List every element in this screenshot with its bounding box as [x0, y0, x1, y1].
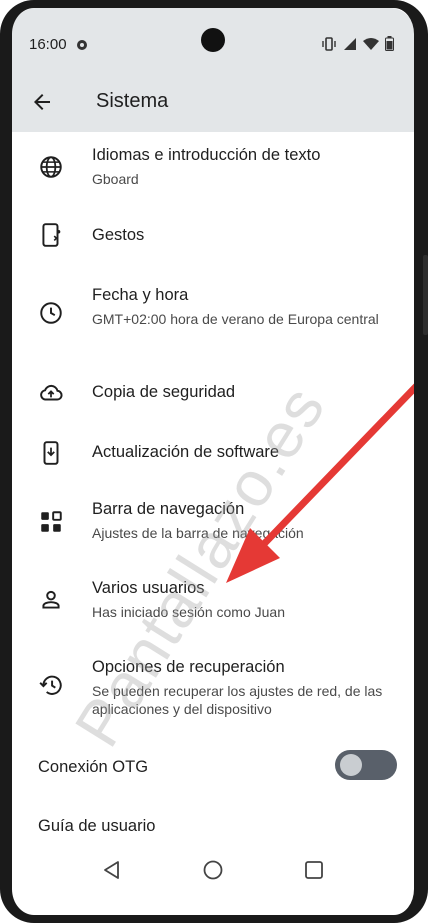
- list-item-title: Gestos: [92, 226, 145, 244]
- globe-icon: [38, 154, 64, 180]
- vibrate-icon: [321, 36, 337, 56]
- restore-icon: [38, 672, 64, 698]
- battery-icon: [385, 36, 394, 56]
- nav-recents-icon[interactable]: [302, 858, 326, 882]
- clock-icon: [38, 300, 64, 326]
- list-item-software-update[interactable]: Actualización de software: [12, 422, 414, 472]
- page-title: Sistema: [96, 90, 169, 112]
- list-item-languages[interactable]: Idiomas e introducción de texto Gboard: [12, 132, 414, 192]
- cloud-upload-icon: [38, 380, 64, 406]
- back-arrow-icon[interactable]: [30, 90, 54, 114]
- front-camera: [201, 28, 225, 52]
- phone-side-button: [423, 255, 428, 335]
- status-icons: [321, 36, 394, 56]
- list-item-gestures[interactable]: Gestos: [12, 202, 414, 252]
- signal-icon: [343, 37, 357, 56]
- otg-toggle-knob: [340, 754, 362, 776]
- list-item-otg[interactable]: Conexión OTG: [12, 742, 414, 792]
- system-update-icon: [38, 440, 64, 466]
- navigation-bar-icon: [38, 509, 64, 535]
- system-navigation-bar: [12, 844, 414, 896]
- nav-back-icon[interactable]: [100, 858, 124, 882]
- list-item-subtitle: GMT+02:00 hora de verano de Europa centr…: [92, 311, 379, 327]
- person-icon: [38, 587, 64, 613]
- list-item-date-time[interactable]: Fecha y hora GMT+02:00 hora de verano de…: [12, 272, 414, 352]
- list-item-title: Copia de seguridad: [92, 383, 236, 401]
- notification-icon: [76, 38, 88, 50]
- list-item-backup[interactable]: Copia de seguridad: [12, 362, 414, 412]
- list-item-subtitle: Gboard: [92, 171, 139, 187]
- app-bar: Sistema: [12, 74, 414, 132]
- status-bar: 16:00: [12, 8, 414, 74]
- list-item-title: Idiomas e introducción de texto: [92, 146, 321, 164]
- screen: 16:00 Sistema Idiomas e introducción de …: [12, 8, 414, 915]
- nav-home-icon[interactable]: [201, 858, 225, 882]
- wifi-icon: [363, 37, 379, 56]
- list-item-title: Fecha y hora: [92, 286, 189, 304]
- otg-label: Conexión OTG: [38, 758, 149, 776]
- user-guide-label: Guía de usuario: [38, 817, 156, 835]
- status-time: 16:00: [29, 36, 67, 53]
- gestures-phone-icon: [38, 222, 64, 248]
- otg-toggle[interactable]: [335, 750, 397, 780]
